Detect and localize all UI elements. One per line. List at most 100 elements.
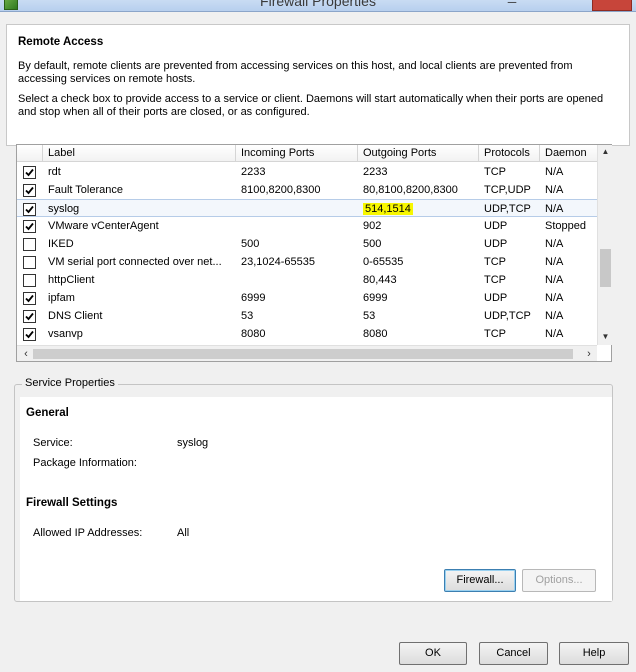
help-button[interactable]: Help [559, 642, 629, 665]
cell-incoming: 2233 [236, 163, 358, 181]
cell-outgoing-text: 80,8100,8200,8300 [363, 184, 458, 196]
cell-outgoing: 514,1514 [358, 200, 479, 218]
row-checkbox[interactable] [23, 166, 36, 179]
column-header-incoming[interactable]: Incoming Ports [236, 145, 358, 162]
cell-label-text: ipfam [48, 292, 75, 304]
cell-label: DNS Client [43, 307, 236, 325]
table-row[interactable]: vsanvp 8080 8080 TCP N/A [17, 325, 597, 343]
cell-daemon-text: N/A [545, 292, 564, 304]
row-checkbox[interactable] [23, 238, 36, 251]
table-row[interactable]: VM serial port connected over net... 23,1… [17, 253, 597, 271]
cell-label-text: IKED [48, 238, 74, 250]
cell-protocols: TCP [479, 325, 540, 343]
scroll-right-icon[interactable]: › [582, 346, 596, 362]
cell-daemon-text: N/A [545, 274, 564, 286]
column-header-check [17, 145, 43, 162]
cell-protocols-text: UDP [484, 292, 508, 304]
row-checkbox[interactable] [23, 274, 36, 287]
row-checkbox[interactable] [23, 310, 36, 323]
cell-outgoing: 80,443 [358, 271, 479, 289]
cell-label-text: VMware vCenterAgent [48, 220, 159, 232]
cell-protocols: TCP [479, 253, 540, 271]
column-header-protocols[interactable]: Protocols [479, 145, 540, 162]
cell-daemon: N/A [540, 271, 597, 289]
firewall-settings-title: Firewall Settings [26, 497, 118, 509]
cancel-button[interactable]: Cancel [479, 642, 548, 665]
remote-access-panel: Remote Access By default, remote clients… [6, 24, 630, 146]
table-row[interactable]: VMware vCenterAgent 902 UDP Stopped [17, 217, 597, 235]
column-header-label[interactable]: Label [43, 145, 236, 162]
cell-protocols-text: TCP [484, 256, 506, 268]
cell-incoming-text: 2233 [241, 166, 266, 178]
firewall-rules-table[interactable]: Label Incoming Ports Outgoing Ports Prot… [16, 144, 612, 362]
row-checkbox[interactable] [23, 220, 36, 233]
ok-button[interactable]: OK [399, 642, 467, 665]
cell-daemon-text: N/A [545, 184, 564, 196]
cell-daemon: N/A [540, 325, 597, 343]
cell-outgoing-text: 902 [363, 220, 382, 232]
cell-protocols-text: TCP [484, 274, 506, 286]
cell-label: rdt [43, 163, 236, 181]
table-row[interactable]: httpClient 80,443 TCP N/A [17, 271, 597, 289]
scroll-left-icon[interactable]: ‹ [19, 346, 33, 362]
table-row[interactable]: Fault Tolerance 8100,8200,8300 80,8100,820… [17, 181, 597, 199]
row-checkbox[interactable] [23, 256, 36, 269]
firewall-button[interactable]: Firewall... [444, 569, 516, 592]
minimize-icon[interactable]: ─ [497, 0, 527, 11]
table-row[interactable]: rdt 2233 2233 TCP N/A [17, 163, 597, 181]
options-button[interactable]: Options... [522, 569, 596, 592]
table-row[interactable]: DNS Client 53 53 UDP,TCP N/A [17, 307, 597, 325]
column-header-daemon[interactable]: Daemon [540, 145, 597, 162]
cell-daemon: N/A [540, 200, 597, 218]
scroll-down-icon[interactable]: ▼ [598, 330, 613, 344]
cell-outgoing: 53 [358, 307, 479, 325]
cell-protocols-text: TCP [484, 166, 506, 178]
cell-protocols-text: UDP [484, 238, 508, 250]
row-checkbox[interactable] [23, 292, 36, 305]
title-bar: Firewall Properties ─ [0, 0, 636, 12]
cell-incoming: 23,1024-65535 [236, 253, 358, 271]
column-header-outgoing[interactable]: Outgoing Ports [358, 145, 479, 162]
close-button[interactable] [592, 0, 632, 11]
cell-protocols: TCP,UDP [479, 181, 540, 199]
cell-daemon-text: N/A [545, 256, 564, 268]
scroll-up-icon[interactable]: ▲ [598, 145, 613, 159]
cell-daemon-text: N/A [545, 166, 564, 178]
row-checkbox[interactable] [23, 328, 36, 341]
cell-incoming-text: 23,1024-65535 [241, 256, 316, 268]
cell-label-text: Fault Tolerance [48, 184, 124, 196]
cell-daemon-text: Stopped [545, 220, 586, 232]
row-checkbox[interactable] [23, 184, 36, 197]
horizontal-scroll-thumb[interactable] [33, 349, 573, 359]
cell-outgoing-text: 514,1514 [363, 203, 413, 215]
cell-label-text: vsanvp [48, 328, 83, 340]
table-row[interactable]: ipfam 6999 6999 UDP N/A [17, 289, 597, 307]
cell-label: syslog [43, 200, 236, 218]
cell-incoming: 8100,8200,8300 [236, 181, 358, 199]
cell-protocols: TCP [479, 163, 540, 181]
cell-incoming-text: 6999 [241, 292, 266, 304]
row-checkbox[interactable] [23, 203, 36, 216]
cell-outgoing-text: 6999 [363, 292, 388, 304]
cell-outgoing: 2233 [358, 163, 479, 181]
cell-label: VMware vCenterAgent [43, 217, 236, 235]
vertical-scrollbar[interactable]: ▲ ▼ [597, 145, 612, 345]
cell-daemon: N/A [540, 181, 597, 199]
table-row[interactable]: syslog 514,1514 UDP,TCP N/A [17, 199, 597, 217]
table-row[interactable]: IKED 500 500 UDP N/A [17, 235, 597, 253]
cell-daemon: N/A [540, 163, 597, 181]
cell-outgoing: 8080 [358, 325, 479, 343]
allowed-ip-value: All [177, 527, 190, 539]
cell-label-text: VM serial port connected over net... [48, 256, 222, 268]
cell-daemon: N/A [540, 289, 597, 307]
horizontal-scrollbar[interactable]: ‹ › [17, 345, 597, 361]
cell-label: IKED [43, 235, 236, 253]
cell-outgoing-text: 8080 [363, 328, 388, 340]
vertical-scroll-thumb[interactable] [600, 249, 611, 287]
cell-incoming-text: 53 [241, 310, 254, 322]
remote-access-instructions: Select a check box to provide access to … [18, 93, 604, 118]
cell-protocols-text: UDP,TCP [484, 310, 531, 322]
cell-daemon-text: N/A [545, 238, 564, 250]
cell-outgoing: 6999 [358, 289, 479, 307]
cell-outgoing-text: 500 [363, 238, 382, 250]
